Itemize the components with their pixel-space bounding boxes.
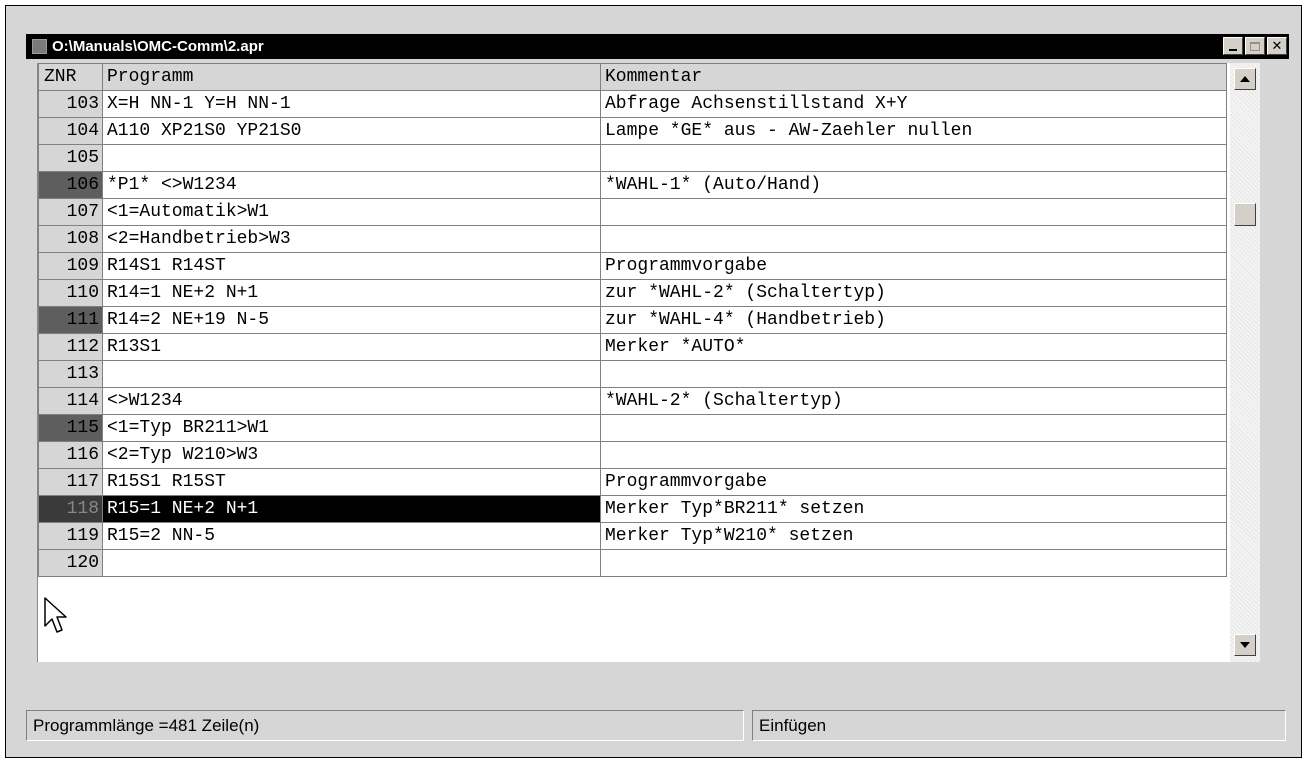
window-titlebar[interactable]: O:\Manuals\OMC-Comm\2.apr ✕ <box>26 34 1289 59</box>
minimize-button[interactable] <box>1223 37 1243 55</box>
row-number-cell[interactable]: 112 <box>38 333 103 361</box>
close-button[interactable]: ✕ <box>1267 37 1287 55</box>
status-program-length: Programmlänge =481 Zeile(n) <box>26 710 744 741</box>
program-cell[interactable]: <1=Automatik>W1 <box>102 198 601 226</box>
table-row[interactable]: 103 X=H NN-1 Y=H NN-1 Abfrage Achsenstills… <box>38 90 1227 118</box>
table-row[interactable]: 114 <>W1234 *WAHL-2* (Schaltertyp) <box>38 387 1227 415</box>
row-number-cell[interactable]: 105 <box>38 144 103 172</box>
comment-cell[interactable]: *WAHL-1* (Auto/Hand) <box>600 171 1227 199</box>
comment-cell[interactable] <box>600 225 1227 253</box>
program-table: ZNR Programm Kommentar 103 X=H NN-1 Y=H N… <box>38 63 1227 577</box>
row-number-cell[interactable]: 117 <box>38 468 103 496</box>
row-number-cell[interactable]: 110 <box>38 279 103 307</box>
table-header-row: ZNR Programm Kommentar <box>38 63 1227 91</box>
window-title: O:\Manuals\OMC-Comm\2.apr <box>52 38 264 55</box>
program-cell[interactable] <box>102 144 601 172</box>
table-row[interactable]: 118 R15=1 NE+2 N+1 Merker Typ*BR211* setze… <box>38 495 1227 523</box>
vertical-scrollbar[interactable] <box>1230 63 1260 662</box>
table-row[interactable]: 110 R14=1 NE+2 N+1 zur *WAHL-2* (Schaltert… <box>38 279 1227 307</box>
program-cell[interactable]: <2=Typ W210>W3 <box>102 441 601 469</box>
program-cell[interactable] <box>102 360 601 388</box>
row-number-cell[interactable]: 115 <box>38 414 103 442</box>
comment-cell[interactable]: Programmvorgabe <box>600 252 1227 280</box>
table-row[interactable]: 107 <1=Automatik>W1 <box>38 198 1227 226</box>
scroll-up-button[interactable] <box>1234 68 1256 90</box>
program-cell[interactable]: R13S1 <box>102 333 601 361</box>
comment-cell[interactable] <box>600 549 1227 577</box>
table-row[interactable]: 119 R15=2 NN-5 Merker Typ*W210* setzen <box>38 522 1227 550</box>
program-grid[interactable]: ZNR Programm Kommentar 103 X=H NN-1 Y=H N… <box>37 63 1230 662</box>
scroll-down-button[interactable] <box>1234 634 1256 656</box>
program-cell[interactable]: R15=2 NN-5 <box>102 522 601 550</box>
comment-cell[interactable]: zur *WAHL-4* (Handbetrieb) <box>600 306 1227 334</box>
program-cell[interactable]: <>W1234 <box>102 387 601 415</box>
column-header-znr[interactable]: ZNR <box>38 63 103 91</box>
program-cell[interactable]: R14=2 NE+19 N-5 <box>102 306 601 334</box>
row-number-cell[interactable]: 106 <box>38 171 103 199</box>
table-row[interactable]: 113 <box>38 360 1227 388</box>
program-cell[interactable]: *P1* <>W1234 <box>102 171 601 199</box>
comment-cell[interactable]: zur *WAHL-2* (Schaltertyp) <box>600 279 1227 307</box>
column-header-programm[interactable]: Programm <box>102 63 601 91</box>
scroll-up-arrow-icon <box>1240 76 1250 82</box>
comment-cell[interactable]: Merker Typ*W210* setzen <box>600 522 1227 550</box>
column-header-kommentar[interactable]: Kommentar <box>600 63 1227 91</box>
row-number-cell[interactable]: 108 <box>38 225 103 253</box>
program-cell[interactable]: R15=1 NE+2 N+1 <box>102 495 601 523</box>
table-row[interactable]: 105 <box>38 144 1227 172</box>
scroll-thumb[interactable] <box>1234 203 1256 226</box>
program-cell[interactable]: A110 XP21S0 YP21S0 <box>102 117 601 145</box>
minimize-icon <box>1229 49 1237 51</box>
table-row[interactable]: 109 R14S1 R14ST Programmvorgabe <box>38 252 1227 280</box>
program-cell[interactable]: R15S1 R15ST <box>102 468 601 496</box>
row-number-cell[interactable]: 113 <box>38 360 103 388</box>
comment-cell[interactable]: Programmvorgabe <box>600 468 1227 496</box>
program-cell[interactable]: <2=Handbetrieb>W3 <box>102 225 601 253</box>
row-number-cell[interactable]: 116 <box>38 441 103 469</box>
row-number-cell[interactable]: 118 <box>38 495 103 523</box>
window-controls: ✕ <box>1223 37 1287 55</box>
table-row[interactable]: 116 <2=Typ W210>W3 <box>38 441 1227 469</box>
table-row[interactable]: 108 <2=Handbetrieb>W3 <box>38 225 1227 253</box>
row-number-cell[interactable]: 119 <box>38 522 103 550</box>
comment-cell[interactable] <box>600 144 1227 172</box>
row-number-cell[interactable]: 104 <box>38 117 103 145</box>
comment-cell[interactable]: Abfrage Achsenstillstand X+Y <box>600 90 1227 118</box>
status-edit-mode: Einfügen <box>752 710 1286 741</box>
program-cell[interactable]: <1=Typ BR211>W1 <box>102 414 601 442</box>
scroll-down-arrow-icon <box>1240 642 1250 648</box>
comment-cell[interactable] <box>600 441 1227 469</box>
comment-cell[interactable] <box>600 360 1227 388</box>
table-row[interactable]: 111 R14=2 NE+19 N-5 zur *WAHL-4* (Handbetr… <box>38 306 1227 334</box>
comment-cell[interactable]: *WAHL-2* (Schaltertyp) <box>600 387 1227 415</box>
row-number-cell[interactable]: 114 <box>38 387 103 415</box>
table-row[interactable]: 106 *P1* <>W1234 *WAHL-1* (Auto/Hand) <box>38 171 1227 199</box>
table-row[interactable]: 112 R13S1 Merker *AUTO* <box>38 333 1227 361</box>
close-icon: ✕ <box>1271 38 1283 54</box>
row-number-cell[interactable]: 103 <box>38 90 103 118</box>
program-cell[interactable] <box>102 549 601 577</box>
app-icon[interactable] <box>32 39 47 54</box>
table-row[interactable]: 104 A110 XP21S0 YP21S0 Lampe *GE* aus - AW… <box>38 117 1227 145</box>
comment-cell[interactable] <box>600 414 1227 442</box>
comment-cell[interactable]: Merker Typ*BR211* setzen <box>600 495 1227 523</box>
row-number-cell[interactable]: 109 <box>38 252 103 280</box>
table-row[interactable]: 117 R15S1 R15ST Programmvorgabe <box>38 468 1227 496</box>
program-cell[interactable]: X=H NN-1 Y=H NN-1 <box>102 90 601 118</box>
comment-cell[interactable]: Lampe *GE* aus - AW-Zaehler nullen <box>600 117 1227 145</box>
table-row[interactable]: 120 <box>38 549 1227 577</box>
row-number-cell[interactable]: 111 <box>38 306 103 334</box>
program-cell[interactable]: R14S1 R14ST <box>102 252 601 280</box>
comment-cell[interactable]: Merker *AUTO* <box>600 333 1227 361</box>
comment-cell[interactable] <box>600 198 1227 226</box>
maximize-icon <box>1250 41 1260 51</box>
row-number-cell[interactable]: 120 <box>38 549 103 577</box>
row-number-cell[interactable]: 107 <box>38 198 103 226</box>
program-cell[interactable]: R14=1 NE+2 N+1 <box>102 279 601 307</box>
table-row[interactable]: 115 <1=Typ BR211>W1 <box>38 414 1227 442</box>
mouse-cursor-icon <box>44 597 67 633</box>
maximize-button[interactable] <box>1245 37 1265 55</box>
